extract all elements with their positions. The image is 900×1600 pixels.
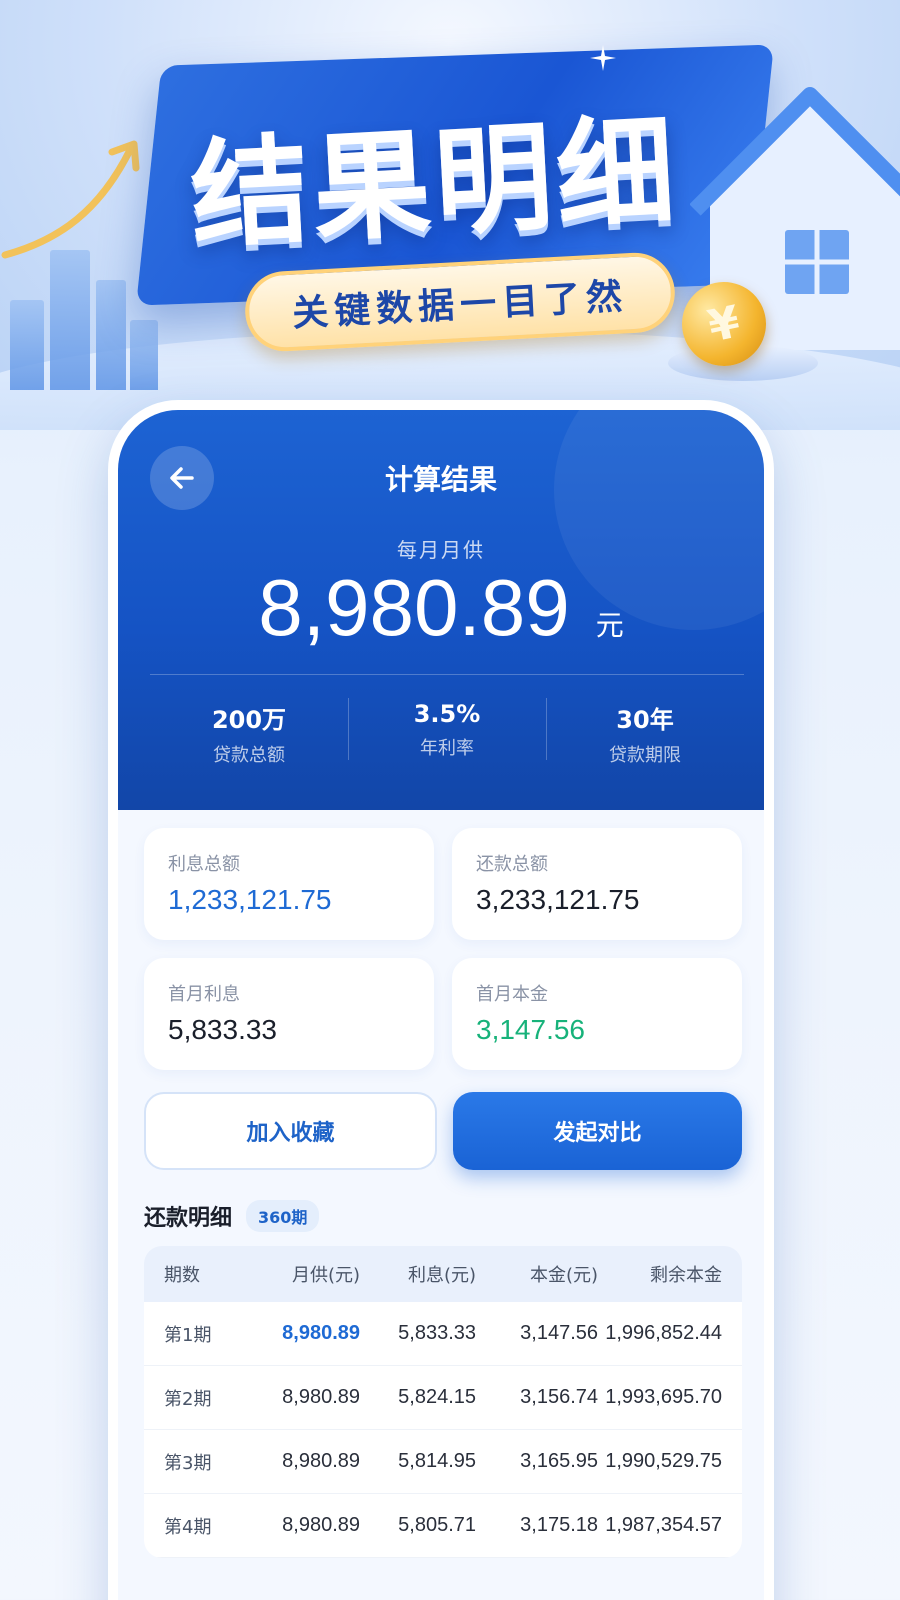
hero-banner: 结果明细 关键数据一目了然 ¥ xyxy=(0,0,900,430)
cell-interest: 5,833.33 xyxy=(398,1322,476,1344)
cell-period: 第3期 xyxy=(164,1452,212,1474)
stat-label: 贷款总额 xyxy=(213,745,285,766)
cell-interest: 5,814.95 xyxy=(398,1450,476,1472)
card-label: 还款总额 xyxy=(476,854,548,875)
section-title: 还款明细 xyxy=(144,1206,233,1231)
cell-principal: 3,175.18 xyxy=(520,1514,598,1536)
sparkle-icon xyxy=(590,45,616,71)
repayment-table: 期数 月供(元) 利息(元) 本金(元) 剩余本金 第1期 8,980.89 5… xyxy=(144,1246,742,1558)
stat-value: 3.5% xyxy=(413,700,481,728)
card-total-repayment: 还款总额 3,233,121.75 xyxy=(452,828,742,940)
cell-payment: 8,980.89 xyxy=(282,1514,360,1536)
monthly-payment-label: 每月月供 xyxy=(397,538,485,562)
table-row[interactable]: 第1期 8,980.89 5,833.33 3,147.56 1,996,852… xyxy=(144,1302,742,1366)
cell-payment: 8,980.89 xyxy=(282,1386,360,1408)
monthly-payment-unit: 元 xyxy=(595,609,624,642)
stat-loan-amount: 200万 贷款总额 xyxy=(150,692,348,766)
column-header-payment: 月供(元) xyxy=(291,1265,360,1286)
start-compare-button[interactable]: 发起对比 xyxy=(453,1092,742,1170)
stat-value: 30年 xyxy=(616,706,674,734)
column-header-period: 期数 xyxy=(164,1265,200,1286)
cell-remaining: 1,987,354.57 xyxy=(605,1514,722,1536)
cell-payment: 8,980.89 xyxy=(282,1450,360,1472)
hero-title: 结果明细 xyxy=(187,101,682,265)
divider xyxy=(150,674,744,675)
card-label: 首月利息 xyxy=(168,984,240,1005)
card-value: 1,233,121.75 xyxy=(168,884,332,915)
stat-annual-rate: 3.5% 年利率 xyxy=(348,692,546,766)
page-title: 计算结果 xyxy=(384,463,497,496)
stat-value: 200万 xyxy=(211,706,287,734)
table-header: 期数 月供(元) 利息(元) 本金(元) 剩余本金 xyxy=(144,1246,742,1302)
period-count-badge: 360期 xyxy=(246,1200,320,1232)
coin-symbol: ¥ xyxy=(703,295,745,353)
cell-principal: 3,165.95 xyxy=(520,1450,598,1472)
cell-period: 第2期 xyxy=(164,1388,212,1410)
action-buttons: 加入收藏 发起对比 xyxy=(144,1092,742,1170)
card-label: 首月本金 xyxy=(476,984,548,1005)
stat-label: 贷款期限 xyxy=(609,745,681,766)
summary-cards: 利息总额 1,233,121.75 还款总额 3,233,121.75 首月利息… xyxy=(144,828,742,1070)
card-label: 利息总额 xyxy=(168,854,240,875)
cell-period: 第1期 xyxy=(164,1324,212,1346)
cell-period: 第4期 xyxy=(164,1516,212,1538)
card-first-month-principal: 首月本金 3,147.56 xyxy=(452,958,742,1070)
card-total-interest: 利息总额 1,233,121.75 xyxy=(144,828,434,940)
cell-remaining: 1,993,695.70 xyxy=(605,1386,722,1408)
monthly-payment-amount: 8,980.89 xyxy=(258,563,570,652)
hero-subtitle: 关键数据一目了然 xyxy=(291,276,630,335)
cell-remaining: 1,996,852.44 xyxy=(605,1322,722,1344)
card-value: 5,833.33 xyxy=(168,1014,277,1045)
card-first-month-interest: 首月利息 5,833.33 xyxy=(144,958,434,1070)
stat-label: 年利率 xyxy=(420,738,474,759)
column-header-principal: 本金(元) xyxy=(529,1265,598,1286)
phone-frame: 计算结果 每月月供 8,980.89 元 200万 贷款总额 3.5% 年利率 … xyxy=(108,400,774,1600)
monthly-payment: 8,980.89 元 xyxy=(118,562,764,662)
loan-summary-stats: 200万 贷款总额 3.5% 年利率 30年 贷款期限 xyxy=(150,692,744,766)
add-favorite-button[interactable]: 加入收藏 xyxy=(144,1092,437,1170)
cell-payment: 8,980.89 xyxy=(282,1322,360,1344)
cell-interest: 5,805.71 xyxy=(398,1514,476,1536)
growth-arrow-icon xyxy=(1,140,140,259)
table-row[interactable]: 第2期 8,980.89 5,824.15 3,156.74 1,993,695… xyxy=(144,1366,742,1430)
card-value: 3,147.56 xyxy=(476,1014,585,1045)
table-row[interactable]: 第4期 8,980.89 5,805.71 3,175.18 1,987,354… xyxy=(144,1494,742,1558)
card-value: 3,233,121.75 xyxy=(476,884,640,915)
result-header: 计算结果 每月月供 8,980.89 元 200万 贷款总额 3.5% 年利率 … xyxy=(118,410,764,810)
cell-principal: 3,156.74 xyxy=(520,1386,598,1408)
schedule-header: 还款明细 360期 xyxy=(144,1196,320,1236)
cell-principal: 3,147.56 xyxy=(520,1322,598,1344)
cell-remaining: 1,990,529.75 xyxy=(605,1450,722,1472)
table-row[interactable]: 第3期 8,980.89 5,814.95 3,165.95 1,990,529… xyxy=(144,1430,742,1494)
column-header-interest: 利息(元) xyxy=(407,1265,476,1286)
column-header-remaining: 剩余本金 xyxy=(650,1265,722,1286)
cell-interest: 5,824.15 xyxy=(398,1386,476,1408)
stat-loan-term: 30年 贷款期限 xyxy=(546,692,744,766)
